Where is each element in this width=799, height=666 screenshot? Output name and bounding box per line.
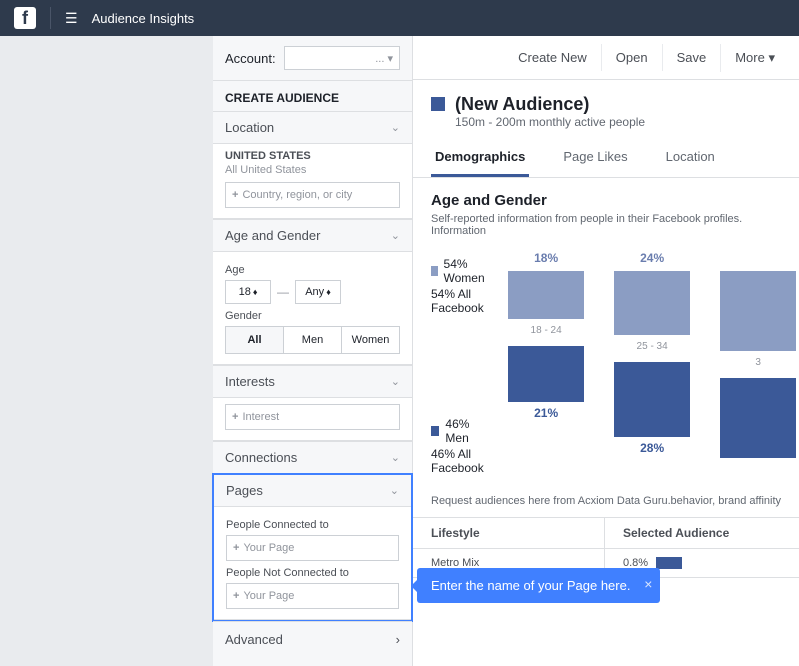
create-audience-heading: CREATE AUDIENCE [213, 81, 412, 111]
age-gender-section: Age and Gender Self-reported information… [413, 178, 799, 491]
left-gutter [0, 36, 213, 666]
close-icon[interactable]: × [644, 576, 652, 592]
plus-icon: + [232, 411, 238, 423]
callout-text: Enter the name of your Page here. [431, 578, 630, 593]
interest-input[interactable]: +Interest [225, 404, 400, 430]
women-bar [508, 271, 584, 319]
section-age-gender[interactable]: Age and Gender⌄ [213, 220, 412, 251]
sidebar: Account: ... ▾ CREATE AUDIENCE Location⌄… [213, 36, 413, 666]
toolbar: Create New Open Save More ▾ [413, 36, 799, 80]
section-interests[interactable]: Interests⌄ [213, 366, 412, 397]
gender-buttons: All Men Women [225, 326, 400, 354]
men-pct: 46% Men [445, 417, 488, 445]
section-connections[interactable]: Connections⌄ [213, 442, 412, 473]
bar-col: 3 [720, 251, 796, 477]
account-label: Account: [225, 51, 276, 66]
chevron-down-icon: ⌄ [391, 121, 400, 134]
bar-col: 24% 25 - 34 28% [614, 251, 690, 477]
divider [50, 7, 51, 29]
tab-demographics[interactable]: Demographics [431, 139, 529, 177]
age-gender-desc: Self-reported information from people in… [431, 213, 781, 237]
women-bar [614, 271, 690, 335]
audience-header: (New Audience) 150m - 200m monthly activ… [413, 80, 799, 139]
men-legend-icon [431, 426, 439, 436]
account-row: Account: ... ▾ [213, 36, 412, 81]
location-panel: UNITED STATES All United States +Country… [213, 143, 412, 218]
women-bar-pct: 24% [640, 251, 664, 267]
mini-bar [656, 557, 682, 569]
location-input[interactable]: +Country, region, or city [225, 182, 400, 208]
plus-icon: + [232, 189, 238, 201]
pages-panel: People Connected to +Your Page People No… [214, 506, 411, 619]
create-new-button[interactable]: Create New [504, 44, 601, 71]
page-title: Audience Insights [92, 11, 195, 26]
caret-down-icon: ▾ [768, 50, 775, 65]
arrow-left-icon [413, 580, 417, 592]
more-button[interactable]: More ▾ [720, 44, 789, 72]
age-min-select[interactable]: 18♦ [225, 280, 271, 304]
location-country: UNITED STATES [225, 150, 400, 162]
women-pct: 54% Women [444, 257, 489, 285]
women-bar-pct: 18% [534, 251, 558, 267]
tabs: Demographics Page Likes Location [413, 139, 799, 178]
section-location[interactable]: Location⌄ [213, 112, 412, 143]
interests-panel: +Interest [213, 397, 412, 440]
men-sub: 46% All Facebook [431, 447, 488, 475]
chevron-down-icon: ⌄ [390, 484, 399, 497]
women-legend-icon [431, 266, 438, 276]
tab-location[interactable]: Location [662, 139, 719, 177]
chevron-down-icon: ⌄ [391, 229, 400, 242]
gender-men[interactable]: Men [284, 327, 342, 353]
men-bar [614, 362, 690, 437]
men-bar-pct: 28% [640, 441, 664, 455]
not-connected-page-input[interactable]: +Your Page [226, 583, 399, 609]
location-summary: All United States [225, 164, 400, 176]
chevron-right-icon: › [396, 632, 400, 647]
chart: 54% Women 54% All Facebook 46% Men 46% A… [431, 251, 781, 477]
men-bar-pct: 21% [534, 406, 558, 420]
save-button[interactable]: Save [662, 44, 721, 71]
x-label: 25 - 34 [637, 341, 668, 352]
x-label: 18 - 24 [531, 325, 562, 336]
plus-icon: + [233, 542, 239, 554]
facebook-logo-icon[interactable]: f [14, 7, 36, 29]
not-connected-label: People Not Connected to [226, 567, 399, 579]
x-label: 3 [755, 357, 761, 368]
content: Create New Open Save More ▾ (New Audienc… [413, 36, 799, 666]
connected-page-input[interactable]: +Your Page [226, 535, 399, 561]
bar-col: 18% 18 - 24 21% [508, 251, 584, 477]
gender-women[interactable]: Women [342, 327, 399, 353]
women-sub: 54% All Facebook [431, 287, 488, 315]
audience-color-icon [431, 97, 445, 111]
tooltip-callout: Enter the name of your Page here. × [417, 568, 660, 603]
plus-icon: + [233, 590, 239, 602]
tab-page-likes[interactable]: Page Likes [559, 139, 631, 177]
chevron-down-icon: ⌄ [391, 451, 400, 464]
men-bar [720, 378, 796, 458]
dash: — [277, 285, 289, 299]
audience-meta: 150m - 200m monthly active people [455, 115, 645, 129]
gender-all[interactable]: All [226, 327, 284, 353]
men-bar [508, 346, 584, 402]
age-label: Age [225, 264, 400, 276]
women-bar [720, 271, 796, 351]
age-max-select[interactable]: Any♦ [295, 280, 341, 304]
account-select[interactable]: ... ▾ [284, 46, 400, 70]
age-gender-title: Age and Gender [431, 192, 781, 209]
topbar: f ☰ Audience Insights [0, 0, 799, 36]
audience-title: (New Audience) [455, 94, 645, 115]
gender-label: Gender [225, 310, 400, 322]
open-button[interactable]: Open [601, 44, 662, 71]
age-gender-panel: Age 18♦ — Any♦ Gender All Men Women [213, 251, 412, 364]
connected-label: People Connected to [226, 519, 399, 531]
section-advanced[interactable]: Advanced› [213, 621, 412, 657]
th-selected-audience[interactable]: Selected Audience [605, 518, 799, 548]
chevron-down-icon: ⌄ [391, 375, 400, 388]
section-pages[interactable]: Pages⌄ [214, 475, 411, 506]
menu-icon[interactable]: ☰ [65, 10, 78, 27]
th-lifestyle[interactable]: Lifestyle [413, 518, 605, 548]
